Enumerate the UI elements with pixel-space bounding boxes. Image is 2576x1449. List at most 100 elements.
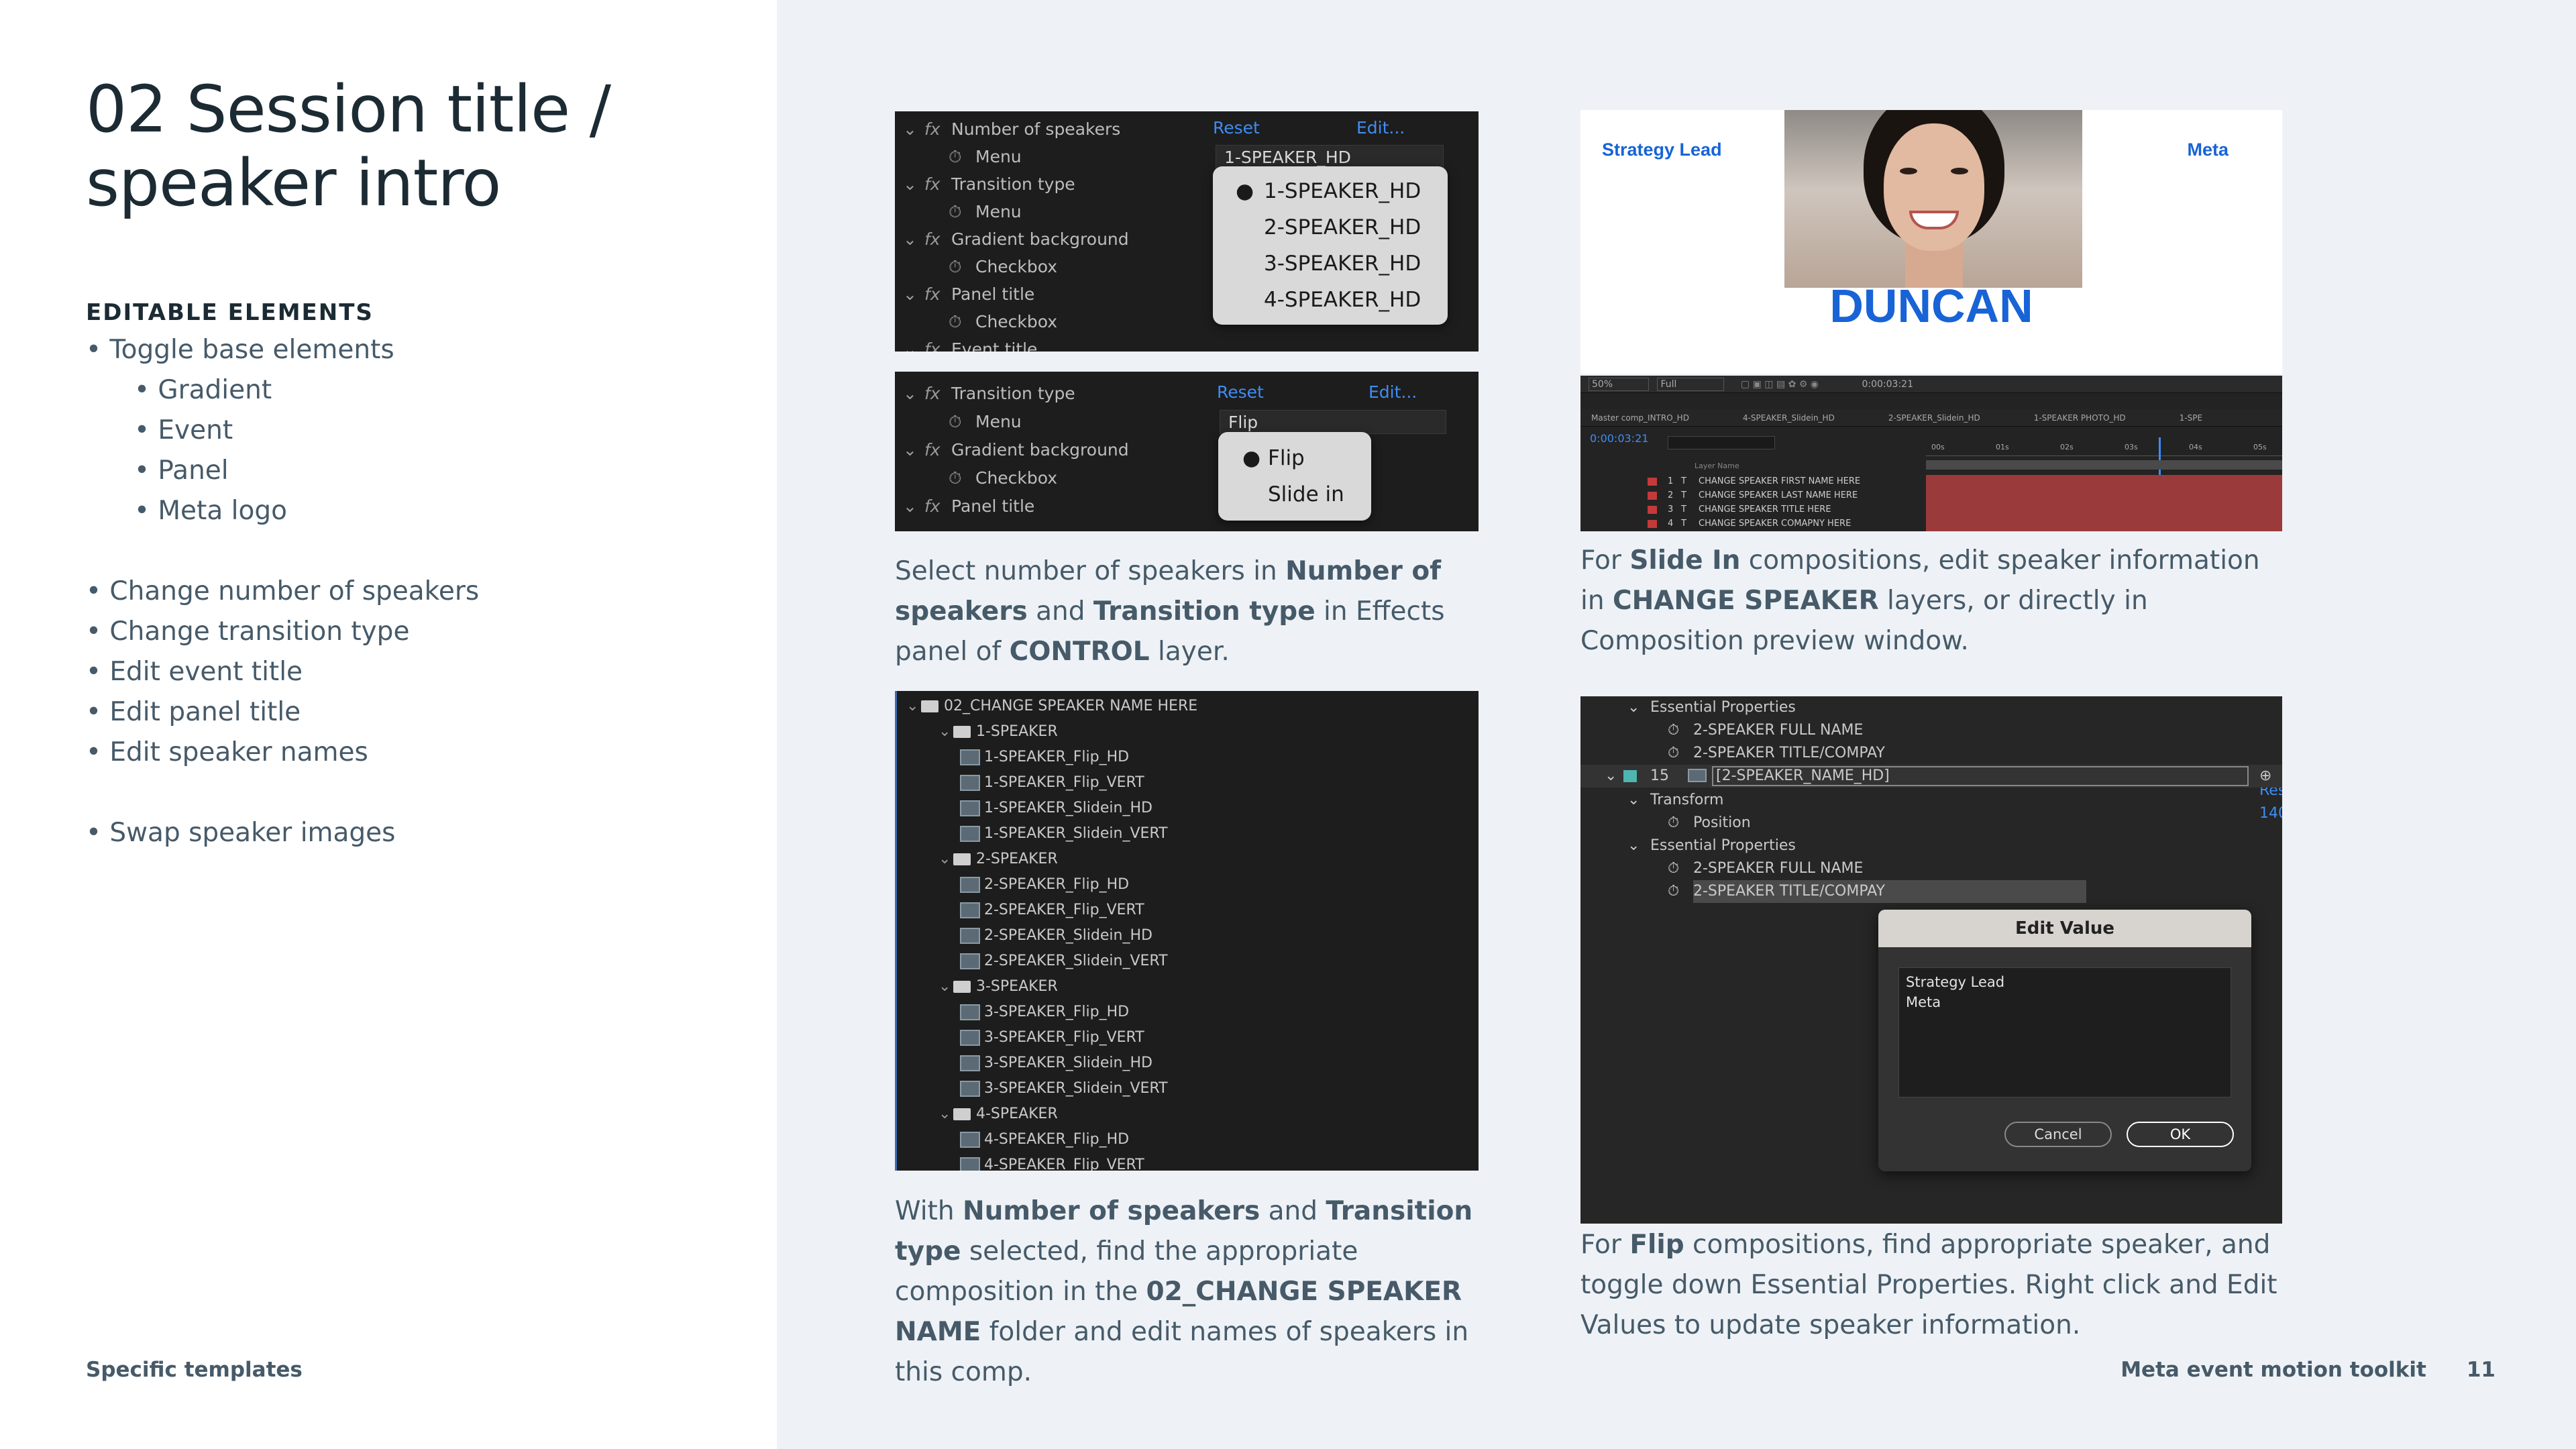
- speakers-dropdown[interactable]: 1-SPEAKER_HD: [1216, 145, 1444, 169]
- property-row[interactable]: ⏱ Position: [1580, 812, 2282, 835]
- property-row[interactable]: ⏱ 2-SPEAKER TITLE/COMPAY: [1580, 880, 2282, 903]
- label-color-swatch[interactable]: [1648, 506, 1657, 514]
- ok-button[interactable]: OK: [2127, 1122, 2234, 1147]
- stopwatch-icon[interactable]: ⏱: [1668, 857, 1679, 880]
- label-color-swatch[interactable]: [1623, 770, 1637, 782]
- stopwatch-icon: ⏱: [949, 412, 962, 431]
- transition-dropdown[interactable]: Flip: [1220, 410, 1446, 434]
- comp-row[interactable]: 3-SPEAKER_Flip_HD: [897, 1000, 1479, 1025]
- stopwatch-icon[interactable]: ⏱: [1668, 880, 1679, 903]
- timeline-tab[interactable]: 1-SPE: [2180, 413, 2202, 423]
- tree-item-label: 3-SPEAKER_Flip_HD: [984, 1004, 1130, 1020]
- composition-icon: [960, 1081, 980, 1097]
- comp-row[interactable]: 4-SPEAKER_Flip_HD: [897, 1127, 1479, 1152]
- disclosure-chevron-icon[interactable]: ⌄: [938, 719, 951, 745]
- cancel-button[interactable]: Cancel: [2004, 1122, 2112, 1147]
- property-group-row[interactable]: ⌄ Essential Properties: [1580, 696, 2282, 719]
- comp-row[interactable]: 1-SPEAKER_Flip_VERT: [897, 770, 1479, 796]
- comp-row[interactable]: 2-SPEAKER_Slidein_HD: [897, 923, 1479, 949]
- property-group-label: Transform: [1650, 792, 1724, 808]
- stopwatch-icon[interactable]: ⏱: [1668, 742, 1679, 765]
- layer-number: 3: [1668, 504, 1674, 515]
- menu-item[interactable]: Slide in: [1218, 476, 1371, 513]
- comp-row[interactable]: 3-SPEAKER_Flip_VERT: [897, 1025, 1479, 1051]
- timeline-tab[interactable]: 2-SPEAKER_Slidein_HD: [1888, 413, 1980, 423]
- edit-value-textarea[interactable]: Strategy Lead Meta: [1898, 967, 2231, 1097]
- timeline-layer-row[interactable]: 2 T CHANGE SPEAKER LAST NAME HERE: [1580, 489, 1929, 502]
- label-color-swatch[interactable]: [1648, 520, 1657, 528]
- disclosure-chevron-icon[interactable]: ⌄: [938, 974, 951, 1000]
- effect-row[interactable]: ⌄ fx Event title: [895, 335, 1479, 352]
- composition-preview[interactable]: Strategy Lead Meta DUNCAN: [1580, 110, 2282, 374]
- layer-row[interactable]: ⌄ 15 [2-SPEAKER_NAME_HD] ⊕: [1580, 765, 2282, 788]
- dialog-title: Edit Value: [1878, 910, 2251, 947]
- effect-row[interactable]: ⌄ fx Panel title: [895, 492, 1479, 520]
- disclosure-chevron-icon[interactable]: ⌄: [1627, 835, 1640, 857]
- comp-row[interactable]: 1-SPEAKER_Slidein_VERT: [897, 821, 1479, 847]
- comp-row[interactable]: 1-SPEAKER_Slidein_HD: [897, 796, 1479, 821]
- folder-row[interactable]: ⌄ 1-SPEAKER: [897, 719, 1479, 745]
- timeline-layer-row[interactable]: 3 T CHANGE SPEAKER TITLE HERE: [1580, 503, 1929, 517]
- editable-elements-list: • Toggle base elements • Gradient • Even…: [86, 330, 479, 853]
- comp-row[interactable]: 3-SPEAKER_Slidein_VERT: [897, 1076, 1479, 1102]
- label-color-swatch[interactable]: [1648, 478, 1657, 486]
- reset-link[interactable]: Reset: [1213, 118, 1260, 138]
- comp-row[interactable]: 4-SPEAKER_Flip_VERT: [897, 1152, 1479, 1171]
- comp-row[interactable]: 2-SPEAKER_Flip_HD: [897, 872, 1479, 898]
- composition-icon: [960, 953, 980, 969]
- pickwhip-icon[interactable]: ⊕: [2259, 765, 2271, 788]
- property-group-row[interactable]: ⌄ Transform: [1580, 789, 2282, 812]
- comp-row[interactable]: 3-SPEAKER_Slidein_HD: [897, 1051, 1479, 1076]
- property-row[interactable]: ⏱ 2-SPEAKER FULL NAME: [1580, 719, 2282, 742]
- left-panel: 02 Session title / speaker intro EDITABL…: [0, 0, 777, 1449]
- label-color-swatch[interactable]: [1648, 492, 1657, 500]
- menu-item[interactable]: ● 1-SPEAKER_HD: [1213, 173, 1448, 209]
- disclosure-chevron-icon[interactable]: ⌄: [906, 694, 918, 719]
- footer-right: Meta event motion toolkit 11: [2121, 1358, 2496, 1382]
- menu-item[interactable]: 3-SPEAKER_HD: [1213, 246, 1448, 282]
- disclosure-chevron-icon[interactable]: ⌄: [1627, 789, 1640, 812]
- property-group-row[interactable]: ⌄ Essential Properties: [1580, 835, 2282, 857]
- timeline-layer-row[interactable]: 1 T CHANGE SPEAKER FIRST NAME HERE: [1580, 475, 1929, 488]
- fx-icon: fx: [924, 496, 941, 516]
- stopwatch-icon: ⏱: [949, 202, 962, 221]
- effect-row[interactable]: ⌄ fx Gradient background: [895, 436, 1479, 464]
- stopwatch-icon: ⏱: [949, 468, 962, 488]
- timeline-tab[interactable]: 1-SPEAKER PHOTO_HD: [2034, 413, 2126, 423]
- search-input[interactable]: [1668, 436, 1775, 449]
- disclosure-chevron-icon[interactable]: ⌄: [938, 1102, 951, 1127]
- disclosure-chevron-icon[interactable]: ⌄: [1605, 765, 1617, 788]
- layer-name[interactable]: [2-SPEAKER_NAME_HD]: [1712, 766, 2249, 786]
- timecode: 0:00:03:21: [1590, 432, 1649, 445]
- property-row[interactable]: ⏱ 2-SPEAKER TITLE/COMPAY: [1580, 742, 2282, 765]
- menu-item[interactable]: 4-SPEAKER_HD: [1213, 282, 1448, 318]
- quality-select[interactable]: Full: [1657, 378, 1725, 391]
- comp-row[interactable]: 2-SPEAKER_Slidein_VERT: [897, 949, 1479, 974]
- edit-link[interactable]: Edit...: [1368, 382, 1417, 402]
- folder-row[interactable]: ⌄ 3-SPEAKER: [897, 974, 1479, 1000]
- comp-row[interactable]: 2-SPEAKER_Flip_VERT: [897, 898, 1479, 923]
- reset-link[interactable]: Reset: [1217, 382, 1264, 402]
- disclosure-chevron-icon[interactable]: ⌄: [1627, 696, 1640, 719]
- comp-row[interactable]: 1-SPEAKER_Flip_HD: [897, 745, 1479, 770]
- timeline-tab[interactable]: Master comp_INTRO_HD: [1591, 413, 1689, 423]
- property-row[interactable]: ⏱ 2-SPEAKER FULL NAME: [1580, 857, 2282, 880]
- zoom-select[interactable]: 50%: [1589, 378, 1649, 391]
- folder-row[interactable]: ⌄ 2-SPEAKER: [897, 847, 1479, 872]
- stopwatch-icon[interactable]: ⏱: [1668, 719, 1679, 742]
- disclosure-chevron-icon[interactable]: ⌄: [938, 847, 951, 872]
- edit-link[interactable]: Edit...: [1356, 118, 1405, 138]
- menu-item[interactable]: ● Flip: [1218, 440, 1371, 476]
- folder-row[interactable]: ⌄ 02_CHANGE SPEAKER NAME HERE: [897, 694, 1479, 719]
- stopwatch-icon[interactable]: ⏱: [1668, 812, 1679, 835]
- timeline-tab[interactable]: 4-SPEAKER_Slidein_HD: [1743, 413, 1835, 423]
- work-area[interactable]: [1926, 460, 2282, 470]
- timeline-layer-row[interactable]: 4 T CHANGE SPEAKER COMAPNY HERE: [1580, 517, 1929, 531]
- speaker-photo: [1784, 110, 2082, 288]
- fx-icon: fx: [924, 339, 941, 352]
- caption-slidein: For Slide In compositions, edit speaker …: [1580, 545, 2260, 656]
- folder-row[interactable]: ⌄ 4-SPEAKER: [897, 1102, 1479, 1127]
- composition-icon: [960, 928, 980, 944]
- list-item: • Change transition type: [86, 616, 410, 647]
- menu-item[interactable]: 2-SPEAKER_HD: [1213, 209, 1448, 246]
